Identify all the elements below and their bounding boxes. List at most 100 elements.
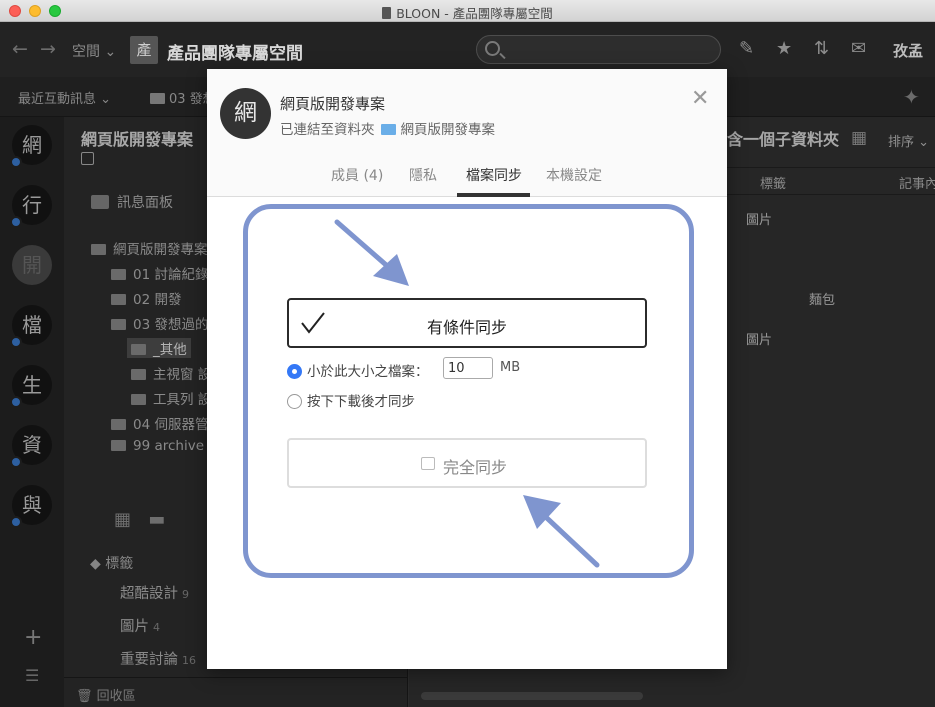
option-size-limit-label: 小於此大小之檔案：: [307, 364, 429, 380]
trash-label: 回收區: [96, 689, 136, 704]
recent-messages-dropdown[interactable]: 最近互動訊息 ⌄: [18, 88, 111, 107]
window-title: BLOON - 產品團隊專屬空間: [0, 3, 935, 22]
sort-dropdown[interactable]: 排序 ⌄: [888, 131, 929, 150]
space-dropdown-label: 空間: [72, 44, 100, 60]
tab-file-sync[interactable]: 檔案同步: [466, 165, 522, 185]
forward-arrow-icon[interactable]: →: [40, 38, 56, 60]
tree-item-label: 網頁版開發專案: [113, 242, 208, 258]
sidebar-title: 網頁版開發專案: [81, 130, 194, 149]
add-space-icon[interactable]: +: [24, 625, 42, 650]
tags-heading-label: 標籤: [105, 556, 134, 572]
column-header-tag[interactable]: 標籤: [760, 173, 786, 192]
rail-avatar[interactable]: 與: [10, 485, 52, 528]
folder-icon: [131, 369, 146, 380]
star-icon[interactable]: ★: [776, 38, 792, 59]
radio-size-limit[interactable]: [287, 364, 302, 379]
trash-link[interactable]: 🗑 回收區: [64, 677, 408, 707]
pin-icon[interactable]: ✦: [903, 85, 920, 109]
tree-item-label: 99 archive: [133, 438, 205, 454]
rail-avatar[interactable]: 網: [10, 125, 52, 168]
grid-view-icon[interactable]: ▦: [851, 128, 867, 148]
project-avatar: 網: [220, 88, 271, 139]
folder-icon: [111, 294, 126, 305]
message-board-link[interactable]: 訊息面板: [91, 192, 173, 212]
option-manual-sync[interactable]: 按下下載後才同步: [287, 390, 415, 410]
message-board-icon: [91, 195, 109, 209]
grid-view-icon[interactable]: ▦: [114, 509, 131, 530]
conditional-sync-button[interactable]: 有條件同步: [287, 298, 647, 348]
mail-icon[interactable]: ✉: [851, 38, 866, 59]
linked-folder-name[interactable]: 網頁版開發專案: [401, 122, 496, 138]
option-size-limit[interactable]: 小於此大小之檔案：: [287, 360, 429, 380]
status-dot: [10, 516, 22, 528]
tree-item[interactable]: 99 archive: [111, 438, 204, 454]
status-dot: [10, 216, 22, 228]
search-box[interactable]: [476, 35, 721, 64]
tag-name: 超酷設計: [120, 586, 178, 602]
tree-item[interactable]: 03 發想過的: [111, 313, 208, 333]
rail-avatar-label: 行: [22, 193, 42, 217]
tree-item[interactable]: 網頁版開發專案: [91, 238, 208, 258]
rail-avatar[interactable]: 生: [10, 365, 52, 408]
footprint-icon[interactable]: ✎: [739, 38, 754, 59]
tag-count: 16: [182, 654, 196, 667]
list-icon[interactable]: ☰: [25, 666, 39, 685]
sync-settings-dialog: 網 網頁版開發專案 已連結至資料夾 網頁版開發專案 ✕ 成員 (4) 隱私 檔案同…: [207, 69, 727, 669]
size-limit-input[interactable]: [443, 357, 493, 379]
sync-icon: [421, 457, 435, 470]
table-cell: 圖片: [746, 213, 773, 228]
rail-avatar[interactable]: 行: [10, 185, 52, 228]
table-cell: 圖片: [746, 333, 773, 348]
folder-icon: [150, 93, 165, 104]
space-dropdown[interactable]: 空間 ⌄: [72, 41, 116, 61]
document-icon: [382, 7, 392, 19]
full-sync-label: 完全同步: [443, 458, 508, 477]
radio-manual-sync[interactable]: [287, 394, 302, 409]
tag-count: 9: [182, 588, 189, 601]
folder-icon: [131, 394, 146, 405]
tree-item[interactable]: 01 討論紀錄: [111, 263, 208, 283]
linked-folder-info: 已連結至資料夾 網頁版開發專案: [280, 118, 495, 138]
rail-avatar[interactable]: 開: [12, 245, 52, 285]
sidebar-tools: ▦ ▬: [114, 509, 165, 530]
tag-item[interactable]: 圖片 4: [120, 615, 160, 636]
tag-name: 圖片: [120, 619, 149, 635]
rail-avatar[interactable]: 檔: [10, 305, 52, 348]
tree-item[interactable]: 工具列 設: [131, 388, 211, 408]
tree-item-label: 工具列 設: [153, 392, 212, 408]
back-arrow-icon[interactable]: ←: [12, 38, 28, 60]
tag-item[interactable]: 超酷設計 9: [120, 582, 189, 603]
tag-icon: ◆: [90, 556, 101, 572]
user-name[interactable]: 孜孟: [893, 40, 923, 61]
status-dot: [10, 156, 22, 168]
rail-avatar-label: 檔: [22, 313, 42, 337]
dialog-header: 網 網頁版開發專案 已連結至資料夾 網頁版開發專案 ✕ 成員 (4) 隱私 檔案同…: [207, 69, 727, 197]
tree-item-label: 04 伺服器管: [133, 417, 209, 433]
tree-item[interactable]: 04 伺服器管: [111, 413, 208, 433]
space-rail: 網 行 開 檔 生 資 與 + ☰: [0, 117, 64, 707]
tag-item[interactable]: 重要討論 16: [120, 648, 196, 669]
full-sync-button[interactable]: 完全同步: [287, 438, 647, 488]
tree-item[interactable]: 02 開發: [111, 288, 181, 308]
rail-avatar-label: 生: [22, 373, 42, 397]
tab-members[interactable]: 成員 (4): [331, 165, 383, 185]
rail-avatar[interactable]: 資: [10, 425, 52, 468]
tab-local-settings[interactable]: 本機設定: [546, 165, 602, 185]
dialog-title: 網頁版開發專案: [280, 95, 386, 113]
breadcrumb[interactable]: 03 發想: [150, 88, 216, 107]
folder-view-icon[interactable]: ▬: [148, 509, 165, 530]
sync-arrows-icon[interactable]: ⇅: [814, 38, 829, 59]
tree-item-label: 03 發想過的: [133, 317, 209, 333]
close-icon[interactable]: ✕: [691, 88, 709, 110]
linked-folder-prefix: 已連結至資料夾: [280, 122, 375, 138]
tab-privacy[interactable]: 隱私: [409, 165, 437, 185]
tag-name: 重要討論: [120, 652, 178, 668]
tree-item-selected[interactable]: _其他: [127, 338, 191, 358]
tree-item[interactable]: 主視窗 設: [131, 363, 211, 383]
window-titlebar: BLOON - 產品團隊專屬空間: [0, 0, 935, 22]
rail-avatar-label: 網: [22, 133, 42, 157]
horizontal-scrollbar[interactable]: [421, 692, 643, 700]
column-header-note[interactable]: 記事內: [899, 173, 935, 192]
annotation-arrow-bottom: [523, 495, 600, 568]
folder-icon: [91, 244, 106, 255]
